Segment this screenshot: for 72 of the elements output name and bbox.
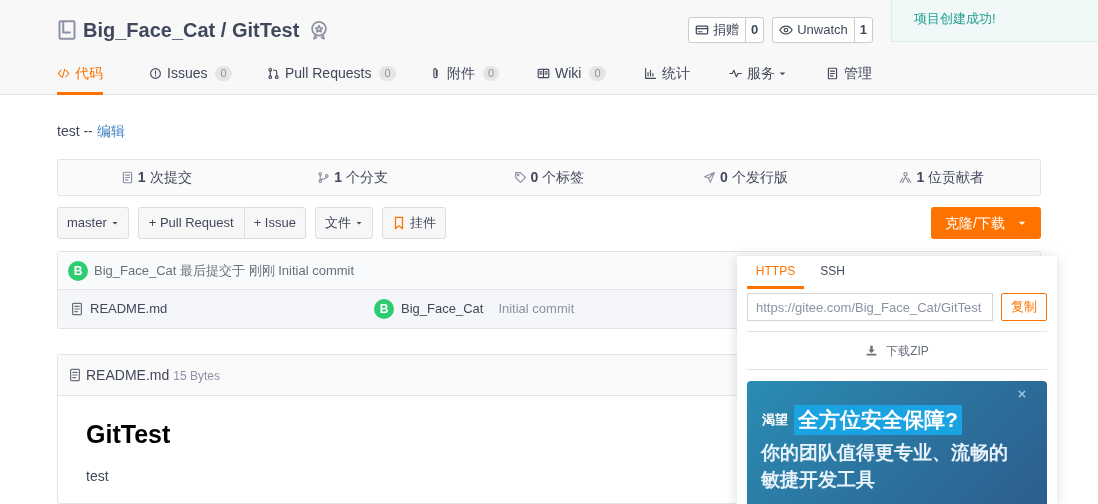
navigation-tab[interactable]: 统计 bbox=[644, 58, 690, 95]
count-badge: 0 bbox=[483, 65, 500, 81]
bar-chart-icon bbox=[644, 66, 657, 80]
pull-request-icon bbox=[267, 66, 280, 80]
edit-link[interactable]: 编辑 bbox=[96, 121, 125, 141]
stats-link[interactable]: 1 次提交 bbox=[58, 167, 255, 188]
last-commit-text: Big_Face_Cat 最后提交于 刚刚 Initial commit bbox=[94, 261, 355, 280]
pull-request-button[interactable]: + Pull Request bbox=[137, 207, 245, 239]
people-icon bbox=[899, 171, 913, 184]
branch-icon bbox=[317, 171, 331, 184]
readme-file-name: README.md bbox=[86, 365, 170, 385]
protocol-tab[interactable]: SSH bbox=[804, 256, 861, 289]
repository-title-link[interactable]: Big_Face_Cat / GitTest bbox=[83, 15, 300, 45]
document-icon bbox=[68, 368, 82, 382]
navigation-tab[interactable]: Pull Requests 0 bbox=[267, 58, 396, 95]
issue-button[interactable]: + Issue bbox=[244, 207, 306, 239]
eye-icon bbox=[779, 23, 794, 37]
commit-message: Initial commit bbox=[498, 300, 575, 319]
navigation-tab[interactable]: 附件 0 bbox=[429, 58, 500, 95]
navigation-tab[interactable]: 管理 bbox=[826, 58, 872, 95]
count-badge: 0 bbox=[215, 65, 232, 81]
paper-plane-icon bbox=[703, 171, 716, 184]
count-label[interactable]: 0 bbox=[745, 18, 764, 42]
branch-dropdown[interactable]: master bbox=[57, 207, 129, 239]
alert-circle-icon bbox=[149, 66, 162, 80]
book-icon bbox=[57, 20, 77, 40]
banner-text: 渴望 bbox=[762, 411, 788, 430]
banner-headline: 全方位安全保障? bbox=[794, 405, 962, 435]
document-icon bbox=[826, 66, 839, 80]
navigation-tab[interactable]: Wiki 0 bbox=[537, 58, 606, 95]
description-text: test -- bbox=[57, 122, 93, 141]
award-badge-icon bbox=[309, 20, 330, 40]
caret-down-icon bbox=[110, 219, 119, 227]
tag-icon bbox=[513, 171, 527, 184]
count-label[interactable]: 1 bbox=[854, 18, 872, 42]
caret-down-icon bbox=[354, 219, 363, 227]
card-icon bbox=[694, 23, 709, 37]
navigation-tab[interactable]: Issues 0 bbox=[149, 58, 232, 95]
ad-banner[interactable]: 渴望 全方位安全保障? 你的团队值得更专业、流畅的 敏捷开发工具 bbox=[747, 381, 1047, 504]
header-button[interactable]: 捐赠 bbox=[688, 18, 746, 42]
header-button[interactable]: Unwatch bbox=[773, 18, 855, 42]
navigation-tab[interactable]: 服务 bbox=[729, 58, 787, 95]
stats-link[interactable]: 0 个标签 bbox=[450, 167, 648, 188]
author-link[interactable]: Big_Face_Cat bbox=[401, 299, 484, 319]
file-size-label: 15 Bytes bbox=[173, 368, 220, 385]
download-icon bbox=[865, 344, 879, 357]
count-badge: 0 bbox=[589, 65, 606, 81]
count-label: 0 bbox=[530, 168, 539, 187]
count-label: 1 bbox=[916, 168, 925, 187]
file-name-link[interactable]: README.md bbox=[90, 299, 374, 319]
count-label: 1 bbox=[334, 168, 342, 187]
widget-button[interactable]: 挂件 bbox=[381, 207, 446, 239]
count-label: 1 bbox=[137, 168, 146, 187]
readme-heading: GitTest bbox=[86, 419, 171, 450]
document-icon bbox=[70, 302, 84, 316]
book-icon bbox=[537, 66, 550, 80]
stats-link[interactable]: 0 个发行版 bbox=[647, 167, 844, 188]
count-label: 0 bbox=[720, 168, 728, 187]
close-icon[interactable] bbox=[1017, 389, 1027, 399]
avatar: B bbox=[374, 299, 394, 319]
stats-link[interactable]: 1 位贡献者 bbox=[843, 167, 1040, 188]
banner-text: 你的团队值得更专业、流畅的 bbox=[759, 441, 1009, 465]
code-icon bbox=[57, 66, 70, 80]
success-toast: 项目创建成功! bbox=[891, 0, 1098, 42]
avatar: B bbox=[68, 260, 88, 281]
stats-link[interactable]: 1 个分支 bbox=[254, 167, 451, 188]
count-badge: 0 bbox=[379, 65, 396, 81]
banner-text: 敏捷开发工具 bbox=[760, 468, 876, 492]
download-zip-button[interactable]: 下载ZIP bbox=[747, 332, 1047, 370]
document-icon bbox=[120, 171, 134, 184]
files-dropdown[interactable]: 文件 bbox=[314, 207, 373, 239]
readme-body-text: test bbox=[86, 466, 109, 486]
